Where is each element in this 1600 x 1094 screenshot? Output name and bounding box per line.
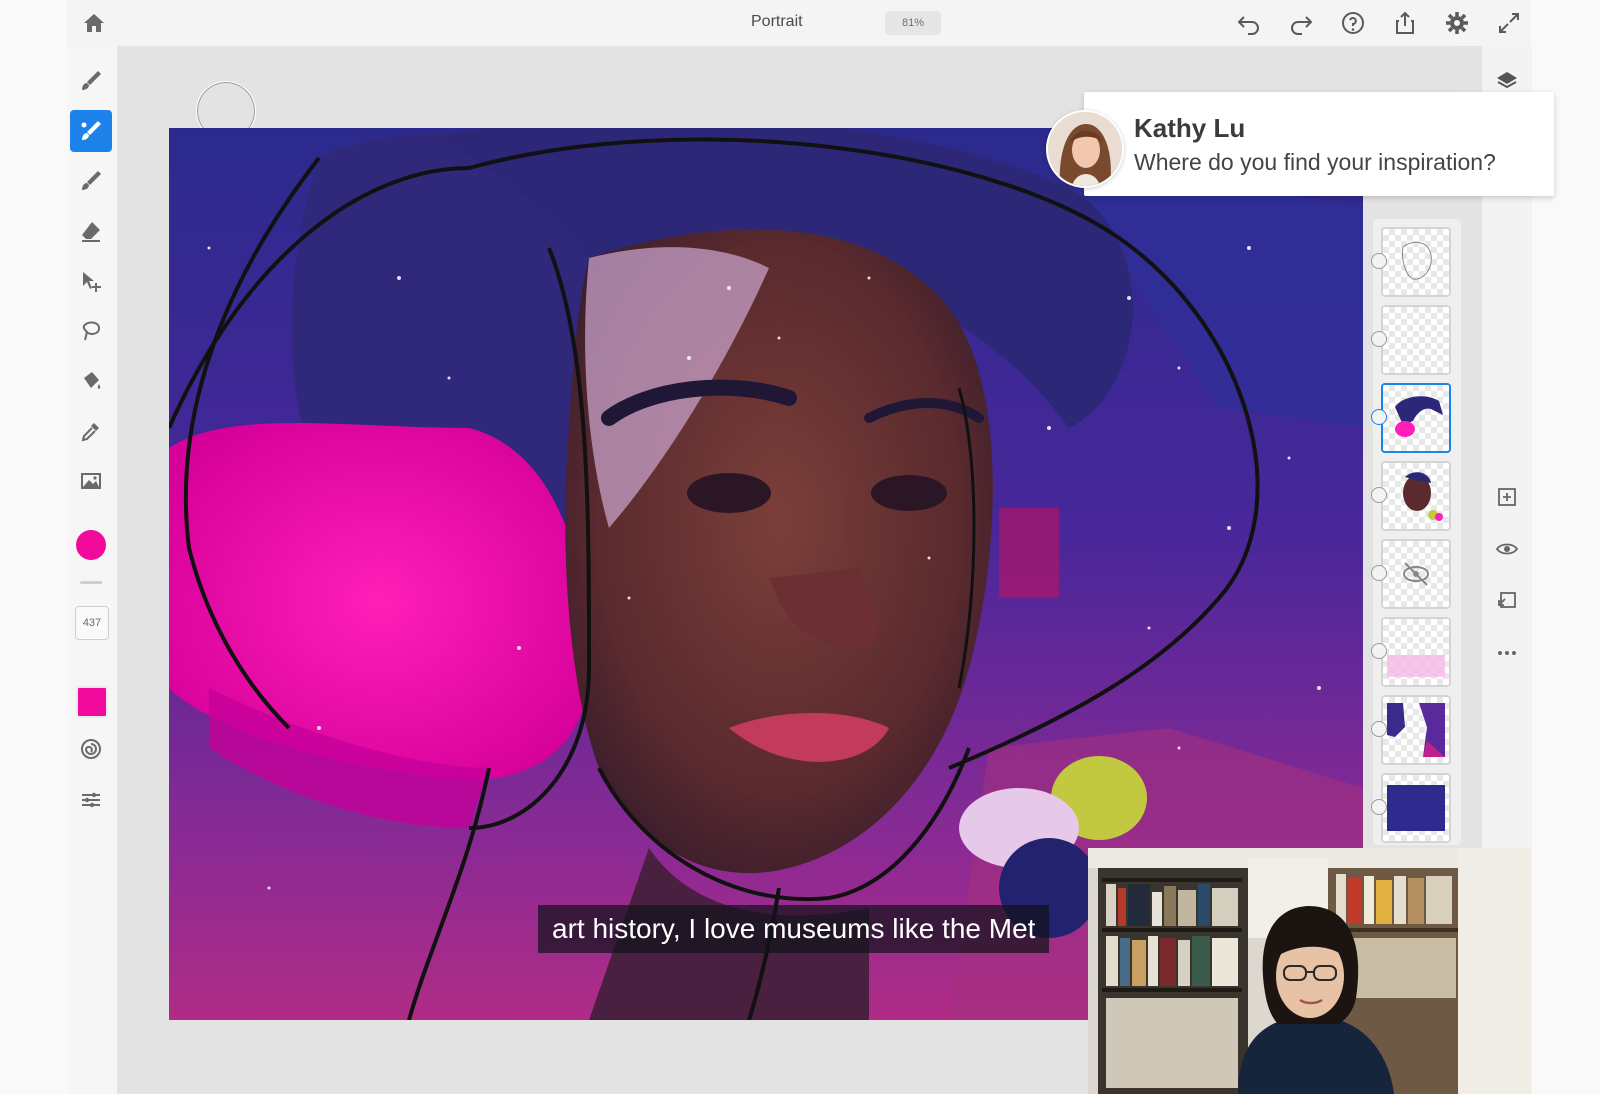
eyedropper-icon[interactable] xyxy=(70,410,112,452)
commenter-name: Kathy Lu xyxy=(1134,113,1246,143)
image-icon[interactable] xyxy=(70,460,112,502)
settings-icon[interactable] xyxy=(1443,9,1471,37)
visibility-icon[interactable] xyxy=(1492,534,1522,564)
layer-visibility-icon[interactable] xyxy=(1371,643,1387,659)
brush-color-swatch[interactable] xyxy=(76,686,108,718)
smoothing-icon[interactable] xyxy=(70,728,112,770)
avatar xyxy=(1046,110,1124,188)
home-icon[interactable] xyxy=(81,10,107,36)
divider xyxy=(80,581,102,584)
brush-settings-icon[interactable] xyxy=(70,779,112,821)
eraser-icon[interactable] xyxy=(70,210,112,252)
pixel-brush-icon[interactable] xyxy=(70,60,112,102)
top-toolbar: Portrait 81% xyxy=(67,0,1531,47)
move-icon[interactable] xyxy=(70,260,112,302)
merge-down-icon[interactable] xyxy=(1492,586,1522,616)
share-icon[interactable] xyxy=(1391,9,1419,37)
layer-thumbnail-hidden[interactable] xyxy=(1381,539,1451,609)
zoom-level[interactable]: 81% xyxy=(885,11,941,35)
layers-panel xyxy=(1371,219,1461,845)
layer-thumbnail-face[interactable] xyxy=(1381,461,1451,531)
comment-card xyxy=(1084,92,1554,196)
layer-thumbnail-background-paint[interactable] xyxy=(1381,695,1451,765)
layer-thumbnail-sketch[interactable] xyxy=(1381,227,1451,297)
layer-thumbnail-hair[interactable] xyxy=(1381,383,1451,453)
layer-thumbnail-base-color[interactable] xyxy=(1381,773,1451,843)
add-layer-icon[interactable] xyxy=(1492,482,1522,512)
fill-icon[interactable] xyxy=(70,360,112,402)
live-brush-icon[interactable] xyxy=(70,110,112,152)
brush-size[interactable]: 437 xyxy=(75,606,109,640)
document-title: Portrait xyxy=(751,13,803,30)
layer-visibility-icon[interactable] xyxy=(1371,253,1387,269)
help-icon[interactable] xyxy=(1339,9,1367,37)
video-caption: art history, I love museums like the Met xyxy=(538,905,1050,953)
more-options-icon[interactable] xyxy=(1492,638,1522,668)
undo-icon[interactable] xyxy=(1235,9,1263,37)
redo-icon[interactable] xyxy=(1287,9,1315,37)
layer-thumbnail-pink-wash[interactable] xyxy=(1381,617,1451,687)
layer-visibility-icon[interactable] xyxy=(1371,409,1387,425)
comment-text: Where do you find your inspiration? xyxy=(1134,149,1496,175)
tools-panel: 437 xyxy=(67,46,118,1094)
vector-brush-icon[interactable] xyxy=(70,160,112,202)
fullscreen-icon[interactable] xyxy=(1495,9,1523,37)
layer-visibility-icon[interactable] xyxy=(1371,331,1387,347)
layer-visibility-icon[interactable] xyxy=(1371,487,1387,503)
layer-visibility-icon[interactable] xyxy=(1371,799,1387,815)
layer-thumbnail-empty[interactable] xyxy=(1381,305,1451,375)
layer-visibility-icon[interactable] xyxy=(1371,721,1387,737)
webcam-feed xyxy=(1088,848,1531,1094)
color-picker[interactable] xyxy=(76,530,106,560)
lasso-icon[interactable] xyxy=(70,310,112,352)
layer-visibility-icon[interactable] xyxy=(1371,565,1387,581)
